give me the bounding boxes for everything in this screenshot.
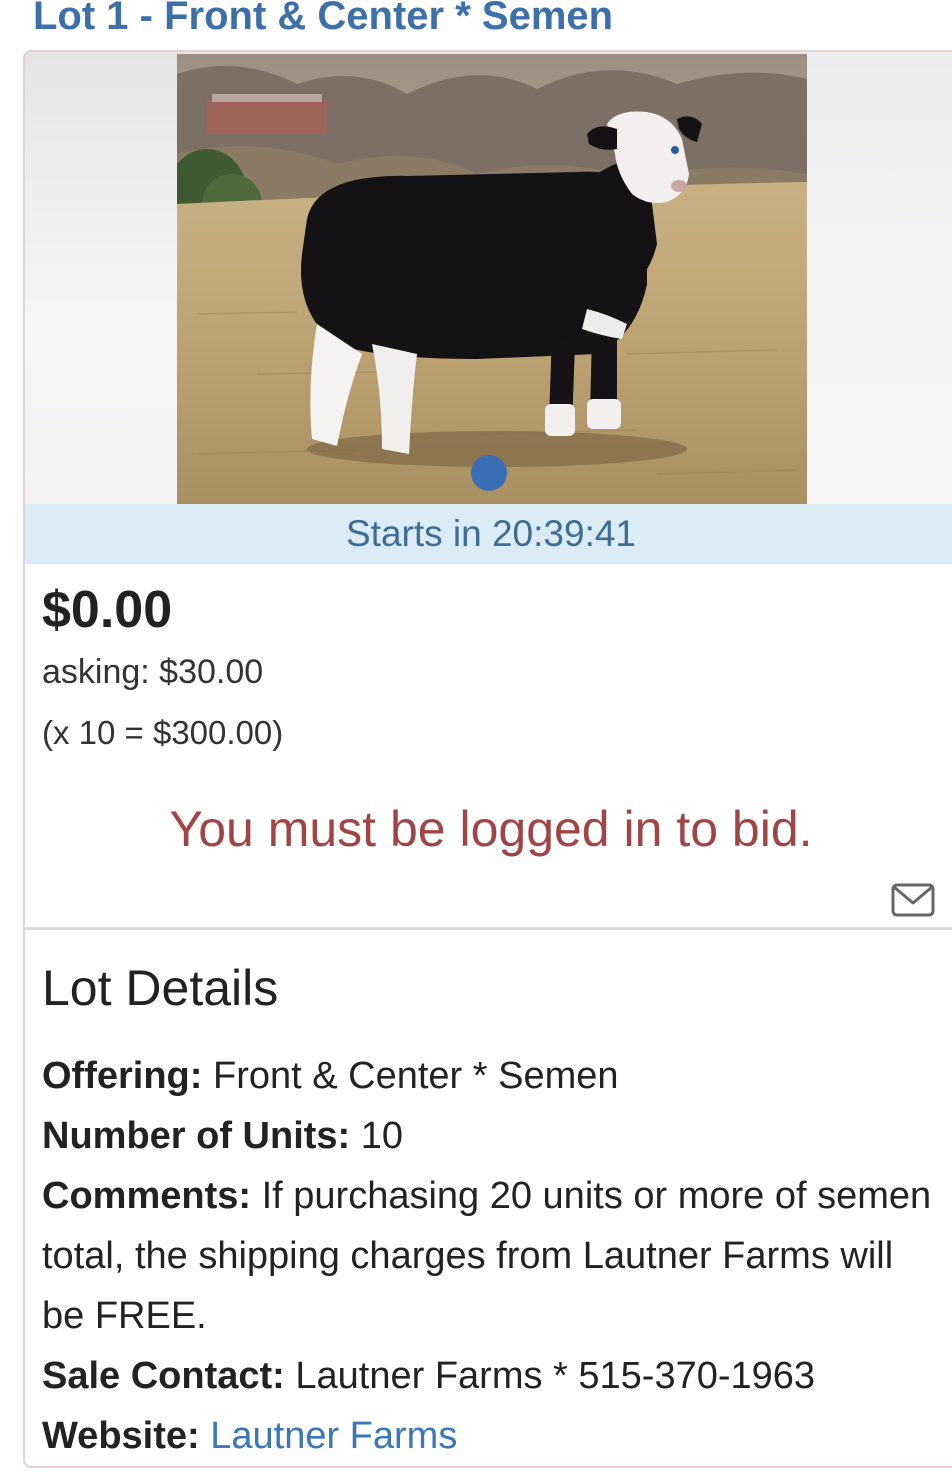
- units-label: Number of Units:: [42, 1115, 351, 1157]
- offering-value: Front & Center * Semen: [213, 1055, 619, 1097]
- section-divider: [25, 927, 952, 930]
- offering-row: Offering: Front & Center * Semen: [42, 1046, 942, 1106]
- photo-backdrop-left: [25, 52, 177, 504]
- comments-label: Comments:: [42, 1175, 252, 1217]
- lot-card: Starts in 20:39:41 $0.00 asking: $30.00 …: [23, 50, 952, 1468]
- units-row: Number of Units: 10: [42, 1106, 942, 1166]
- asking-price: asking: $30.00: [42, 653, 264, 691]
- start-countdown: Starts in 20:39:41: [25, 504, 952, 564]
- lot-details: Offering: Front & Center * Semen Number …: [42, 1046, 942, 1466]
- photo-backdrop-right: [807, 52, 952, 504]
- comments-row: Comments: If purchasing 20 units or more…: [42, 1166, 942, 1346]
- offering-label: Offering:: [42, 1055, 203, 1097]
- carousel-indicator-dot[interactable]: [471, 455, 507, 491]
- contact-label: Sale Contact:: [42, 1355, 285, 1397]
- units-value: 10: [360, 1115, 404, 1157]
- current-price: $0.00: [42, 581, 173, 639]
- photo-carousel[interactable]: [25, 52, 952, 504]
- envelope-icon[interactable]: [891, 883, 935, 917]
- lot-title[interactable]: Lot 1 - Front & Center * Semen: [33, 0, 613, 39]
- lot-details-heading: Lot Details: [42, 960, 279, 1016]
- website-link[interactable]: Lautner Farms: [210, 1415, 457, 1457]
- website-label: Website:: [42, 1415, 200, 1457]
- login-required-message: You must be logged in to bid.: [169, 801, 813, 857]
- unit-total: (x 10 = $300.00): [42, 714, 284, 751]
- website-row: Website: Lautner Farms: [42, 1406, 942, 1466]
- contact-value: Lautner Farms * 515-370-1963: [295, 1355, 816, 1397]
- lot-photo[interactable]: [177, 54, 807, 504]
- contact-row: Sale Contact: Lautner Farms * 515-370-19…: [42, 1346, 942, 1406]
